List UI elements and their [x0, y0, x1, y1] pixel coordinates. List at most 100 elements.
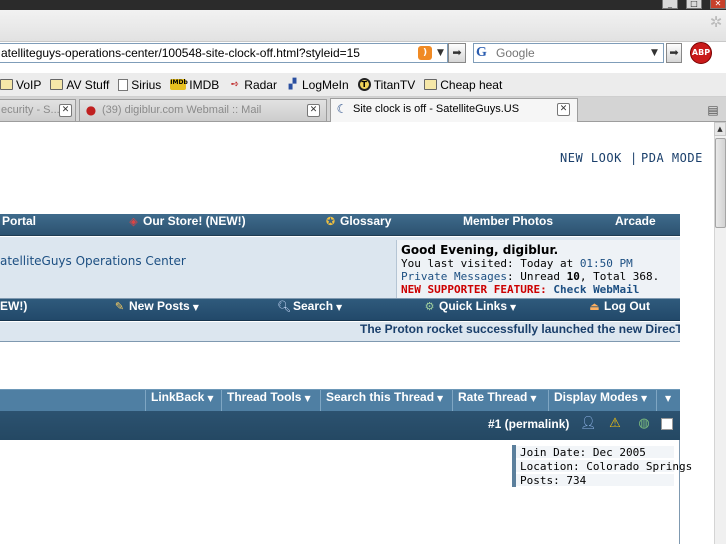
- display-modes-menu[interactable]: Display Modes ▼: [554, 390, 647, 412]
- check-webmail-link[interactable]: Check WebMail: [553, 283, 639, 296]
- nav-search[interactable]: 🔍︎ Search ▼: [277, 299, 342, 321]
- bookmark-logmein[interactable]: ▞ LogMeIn: [286, 78, 349, 92]
- new-posts-icon: ✎: [114, 300, 125, 313]
- nav-new-posts[interactable]: ✎ New Posts ▼: [113, 299, 199, 321]
- close-tab-icon[interactable]: ✕: [59, 104, 72, 117]
- secondary-nav-bar: EW!) ✎ New Posts ▼ 🔍︎ Search ▼ ⚙ Quick Links ▼…: [0, 299, 680, 321]
- search-thread-menu[interactable]: Search this Thread ▼: [326, 390, 443, 412]
- multiquote-checkbox[interactable]: [661, 418, 673, 430]
- globe-icon[interactable]: ◍: [636, 416, 652, 432]
- address-bar-url: atelliteguys-operations-center/100548-si…: [1, 46, 360, 60]
- chevron-down-icon: ▼: [665, 394, 672, 403]
- log-out-icon: ⏏: [589, 300, 600, 313]
- rate-thread-menu[interactable]: Rate Thread ▼: [458, 390, 537, 412]
- bookmark-imdb[interactable]: IMDb IMDB: [170, 78, 219, 92]
- webmail-icon: ●: [85, 103, 97, 117]
- ticker-text[interactable]: The Proton rocket successfully launched …: [360, 322, 680, 336]
- close-window-button[interactable]: ✕: [710, 0, 726, 9]
- chevron-down-icon: ▼: [304, 394, 311, 403]
- last-visited-line: You last visited: Today at 01:50 PM: [401, 257, 633, 270]
- nav-quick-links[interactable]: ⚙ Quick Links ▼: [423, 299, 517, 321]
- logmein-icon: ▞: [288, 79, 297, 90]
- bookmark-radar[interactable]: ➺ Radar: [228, 78, 277, 92]
- search-input[interactable]: [496, 44, 646, 62]
- thread-tools-menu[interactable]: Thread Tools ▼: [227, 390, 311, 412]
- greeting-text: Good Evening, digiblur.: [401, 243, 559, 257]
- address-dropdown-icon[interactable]: ▼: [434, 44, 447, 62]
- user-profile-icon[interactable]: 👤︎: [580, 416, 597, 432]
- tab-webmail[interactable]: ● (39) digiblur.com Webmail :: Mail ✕: [79, 99, 327, 121]
- toolbar-divider: [452, 390, 453, 412]
- tab-list-icon[interactable]: ▤: [700, 99, 726, 121]
- toolbar-divider: [221, 390, 222, 412]
- bookmarks-toolbar: VoIP AV Stuff Sirius IMDb IMDB ➺ Radar ▞ Lo…: [0, 73, 726, 97]
- titantv-icon: T: [357, 78, 371, 91]
- post-count: Posts: 734: [520, 474, 587, 487]
- nav-glossary[interactable]: ✪ Glossary: [324, 214, 391, 236]
- private-messages-link[interactable]: Private Messages: [401, 270, 507, 283]
- satelliteguys-icon: ☾: [336, 102, 348, 116]
- chevron-down-icon: ▼: [437, 394, 444, 403]
- news-ticker: The Proton rocket successfully launched …: [0, 322, 680, 342]
- nav-arcade[interactable]: Arcade: [615, 214, 656, 236]
- tab-security[interactable]: ecurity - S... ✕: [0, 99, 76, 121]
- user-location: Location: Colorado Springs: [520, 460, 693, 473]
- toolbar-collapse-button[interactable]: ▼: [662, 390, 671, 412]
- adblock-plus-icon[interactable]: ABP: [690, 42, 712, 64]
- minimize-button[interactable]: _: [662, 0, 678, 9]
- nav-log-out[interactable]: ⏏ Log Out: [588, 299, 650, 321]
- report-post-icon[interactable]: ⚠: [607, 416, 623, 432]
- search-icon: 🔍︎: [277, 300, 291, 313]
- rss-feed-icon[interactable]: ): [418, 46, 432, 60]
- scrollbar-thumb[interactable]: [715, 138, 726, 228]
- google-icon[interactable]: G: [476, 45, 494, 61]
- store-icon: ◈: [129, 215, 138, 228]
- address-bar[interactable]: atelliteguys-operations-center/100548-si…: [0, 43, 448, 63]
- bookmark-cheap-heat[interactable]: Cheap heat: [424, 78, 502, 92]
- link-separator: |: [630, 151, 638, 165]
- bookmark-voip[interactable]: VoIP: [0, 78, 41, 92]
- chevron-down-icon: ▼: [336, 303, 343, 312]
- chevron-down-icon: ▼: [641, 394, 648, 403]
- radar-icon: ➺: [230, 79, 239, 90]
- nav-our-store[interactable]: ◈ Our Store! (NEW!): [127, 214, 245, 236]
- bookmark-sirius[interactable]: Sirius: [118, 78, 161, 92]
- close-tab-icon[interactable]: ✕: [557, 103, 570, 116]
- nav-portal[interactable]: Portal: [2, 214, 36, 236]
- bookmark-av-stuff[interactable]: AV Stuff: [50, 78, 109, 92]
- private-messages-line: Private Messages: Unread 10, Total 368.: [401, 270, 660, 283]
- search-dropdown-icon[interactable]: ▼: [651, 44, 663, 62]
- breadcrumb-forum-link[interactable]: atelliteGuys Operations Center: [0, 254, 186, 268]
- navigation-toolbar: [0, 10, 726, 42]
- page-icon: [118, 78, 129, 91]
- imdb-icon: IMDb: [170, 79, 188, 90]
- unread-count: 10: [566, 270, 580, 283]
- window-title-bar: [0, 0, 726, 10]
- maximize-button[interactable]: □: [686, 0, 702, 9]
- go-button[interactable]: ➡: [448, 43, 466, 63]
- folder-icon: [50, 79, 64, 90]
- glossary-icon: ✪: [325, 215, 336, 228]
- toolbar-divider: [320, 390, 321, 412]
- chevron-down-icon: ▼: [207, 394, 214, 403]
- toolbar-divider: [145, 390, 146, 412]
- nav-new-partial[interactable]: EW!): [0, 299, 27, 321]
- permalink-link[interactable]: #1 (permalink): [488, 417, 569, 431]
- quick-links-icon: ⚙: [424, 300, 435, 313]
- bookmark-titantv[interactable]: T TitanTV: [357, 78, 415, 92]
- throbber-icon: ✲: [709, 13, 723, 31]
- linkback-menu[interactable]: LinkBack ▼: [151, 390, 214, 412]
- last-visited-time: 01:50 PM: [579, 257, 633, 270]
- scroll-up-arrow[interactable]: ▲: [714, 122, 726, 136]
- main-nav-bar: Portal ◈ Our Store! (NEW!) ✪ Glossary Memb…: [0, 214, 680, 236]
- tab-strip: ecurity - S... ✕ ● (39) digiblur.com Web…: [0, 97, 726, 122]
- new-look-link[interactable]: NEW LOOK: [560, 151, 622, 165]
- tab-site-clock[interactable]: ☾ Site clock is off - SatelliteGuys.US ✕: [330, 98, 578, 122]
- close-tab-icon[interactable]: ✕: [307, 104, 320, 117]
- chevron-down-icon: ▼: [510, 303, 517, 312]
- toolbar-divider: [656, 390, 657, 412]
- nav-member-photos[interactable]: Member Photos: [463, 214, 553, 236]
- pda-mode-link[interactable]: PDA MODE: [641, 151, 703, 165]
- folder-icon: [0, 79, 13, 90]
- search-go-button[interactable]: ➡: [666, 43, 682, 63]
